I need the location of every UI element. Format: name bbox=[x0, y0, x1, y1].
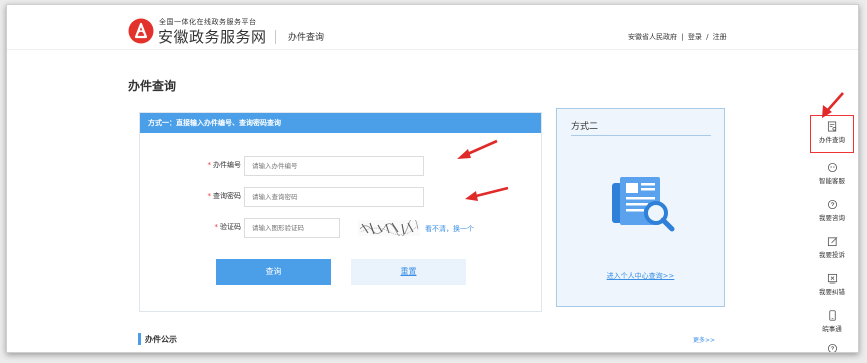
captcha-refresh-link[interactable]: 看不清，换一个 bbox=[425, 224, 474, 234]
annotation-arrow-icon bbox=[457, 139, 498, 159]
method-two-divider bbox=[571, 135, 711, 136]
query-password-label: * 查询密码 bbox=[207, 192, 242, 200]
sidebar-item-more[interactable] bbox=[810, 343, 854, 352]
header-slash: / bbox=[706, 33, 709, 41]
header-sep: | bbox=[681, 33, 684, 41]
annotation-arrow-icon bbox=[465, 186, 509, 201]
login-link[interactable]: 登录 bbox=[688, 33, 702, 41]
brand-divider bbox=[275, 30, 276, 44]
sidebar-item-case-query[interactable]: 办件查询 bbox=[810, 115, 854, 153]
captcha-image[interactable] bbox=[358, 220, 420, 236]
query-button[interactable]: 查询 bbox=[216, 259, 331, 285]
register-link[interactable]: 注册 bbox=[713, 33, 727, 41]
mobile-app-icon bbox=[828, 310, 836, 321]
error-correct-icon bbox=[827, 273, 837, 284]
sidebar-item-complaint[interactable]: 我要投诉 bbox=[810, 236, 854, 259]
required-mark: * bbox=[214, 223, 219, 231]
consult-icon bbox=[827, 199, 837, 210]
query-password-input[interactable] bbox=[244, 187, 424, 207]
public-more-link[interactable]: 更多>> bbox=[693, 335, 715, 344]
case-number-input[interactable] bbox=[244, 156, 424, 176]
sidebar-item-label: 我要投诉 bbox=[819, 251, 845, 259]
public-section-title: 办件公示 bbox=[145, 335, 177, 344]
captcha-input[interactable] bbox=[244, 218, 340, 238]
captcha-label: * 验证码 bbox=[214, 223, 242, 231]
public-section-marker bbox=[138, 333, 141, 345]
gov-link[interactable]: 安徽省人民政府 bbox=[628, 33, 677, 41]
sidebar-item-wanshitong[interactable]: 皖事通 bbox=[810, 310, 854, 333]
section-name: 办件查询 bbox=[288, 33, 325, 43]
annotation-arrow-icon bbox=[822, 92, 844, 118]
main-content: 办件查询 方式一：直接输入办件编号、查询密码查询 *办件编号 *查询密码 *验证… bbox=[7, 49, 858, 352]
complaint-edit-icon bbox=[827, 237, 837, 247]
chat-bot-icon bbox=[827, 162, 837, 173]
sidebar-item-label: 办件查询 bbox=[819, 136, 845, 144]
header-user-links: 安徽省人民政府 | 登录 / 注册 bbox=[628, 32, 729, 42]
page-title: 办件查询 bbox=[128, 79, 177, 93]
reset-button[interactable]: 重置 bbox=[351, 259, 466, 285]
captcha-row: *验证码 看不清，换一个 bbox=[140, 218, 541, 238]
sidebar-item-label: 我要咨询 bbox=[819, 214, 845, 222]
site-logo-icon[interactable] bbox=[128, 18, 154, 44]
method-two-title: 方式二 bbox=[571, 122, 599, 132]
newspaper-search-icon bbox=[612, 177, 675, 232]
document-search-icon bbox=[827, 121, 836, 132]
sidebar-item-smart-service[interactable]: 智能客服 bbox=[810, 162, 854, 185]
sidebar-item-label: 智能客服 bbox=[819, 177, 845, 185]
required-mark: * bbox=[207, 192, 212, 200]
case-number-label: * 办件编号 bbox=[207, 161, 242, 169]
brand-title[interactable]: 安徽政务服务网 bbox=[158, 26, 267, 47]
method-two-panel: 方式二 进入个人中心查询>> bbox=[556, 108, 725, 307]
required-mark: * bbox=[207, 161, 212, 169]
sidebar-item-consult[interactable]: 我要咨询 bbox=[810, 199, 854, 222]
sidebar-item-label: 皖事通 bbox=[822, 325, 842, 333]
sidebar-item-label: 我要纠错 bbox=[819, 288, 845, 296]
help-circle-icon bbox=[827, 343, 837, 352]
site-header: 全国一体化在线政务服务平台 安徽政务服务网 办件查询 安徽省人民政府 | 登录 … bbox=[7, 5, 858, 49]
sidebar-item-correction[interactable]: 我要纠错 bbox=[810, 273, 854, 296]
browser-window: 全国一体化在线政务服务平台 安徽政务服务网 办件查询 安徽省人民政府 | 登录 … bbox=[6, 4, 859, 353]
personal-center-link[interactable]: 进入个人中心查询>> bbox=[557, 271, 724, 281]
method-one-heading: 方式一：直接输入办件编号、查询密码查询 bbox=[140, 113, 541, 133]
